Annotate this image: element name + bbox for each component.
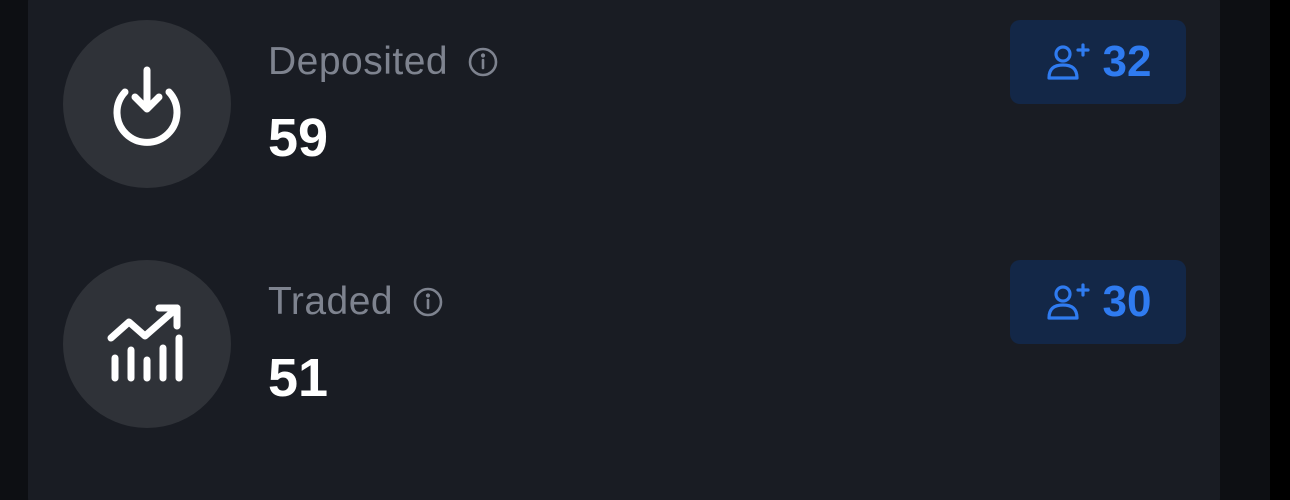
stat-value: 51 xyxy=(268,348,329,408)
user-plus-icon xyxy=(1046,43,1090,80)
new-users-badge[interactable]: 32 xyxy=(1010,20,1186,104)
screen-edge xyxy=(1270,0,1290,500)
stat-label: Traded xyxy=(268,280,394,323)
stat-row-deposited[interactable]: Deposited 59 32 xyxy=(28,0,1220,240)
stat-label-row: Deposited xyxy=(268,40,500,84)
stat-row-traded[interactable]: Traded 51 30 xyxy=(28,240,1220,480)
stat-label-row: Traded xyxy=(268,280,445,324)
new-users-badge[interactable]: 30 xyxy=(1010,260,1186,344)
download-circle-icon xyxy=(63,20,231,188)
trending-bars-icon xyxy=(63,260,231,428)
stats-card: Deposited 59 32 Traded 51 30 xyxy=(28,0,1220,500)
info-icon[interactable] xyxy=(411,285,445,319)
info-icon[interactable] xyxy=(466,45,500,79)
user-plus-icon xyxy=(1046,283,1090,320)
new-users-count: 30 xyxy=(1102,277,1152,326)
stat-label: Deposited xyxy=(268,40,449,83)
stat-value: 59 xyxy=(268,108,329,168)
new-users-count: 32 xyxy=(1102,37,1152,86)
